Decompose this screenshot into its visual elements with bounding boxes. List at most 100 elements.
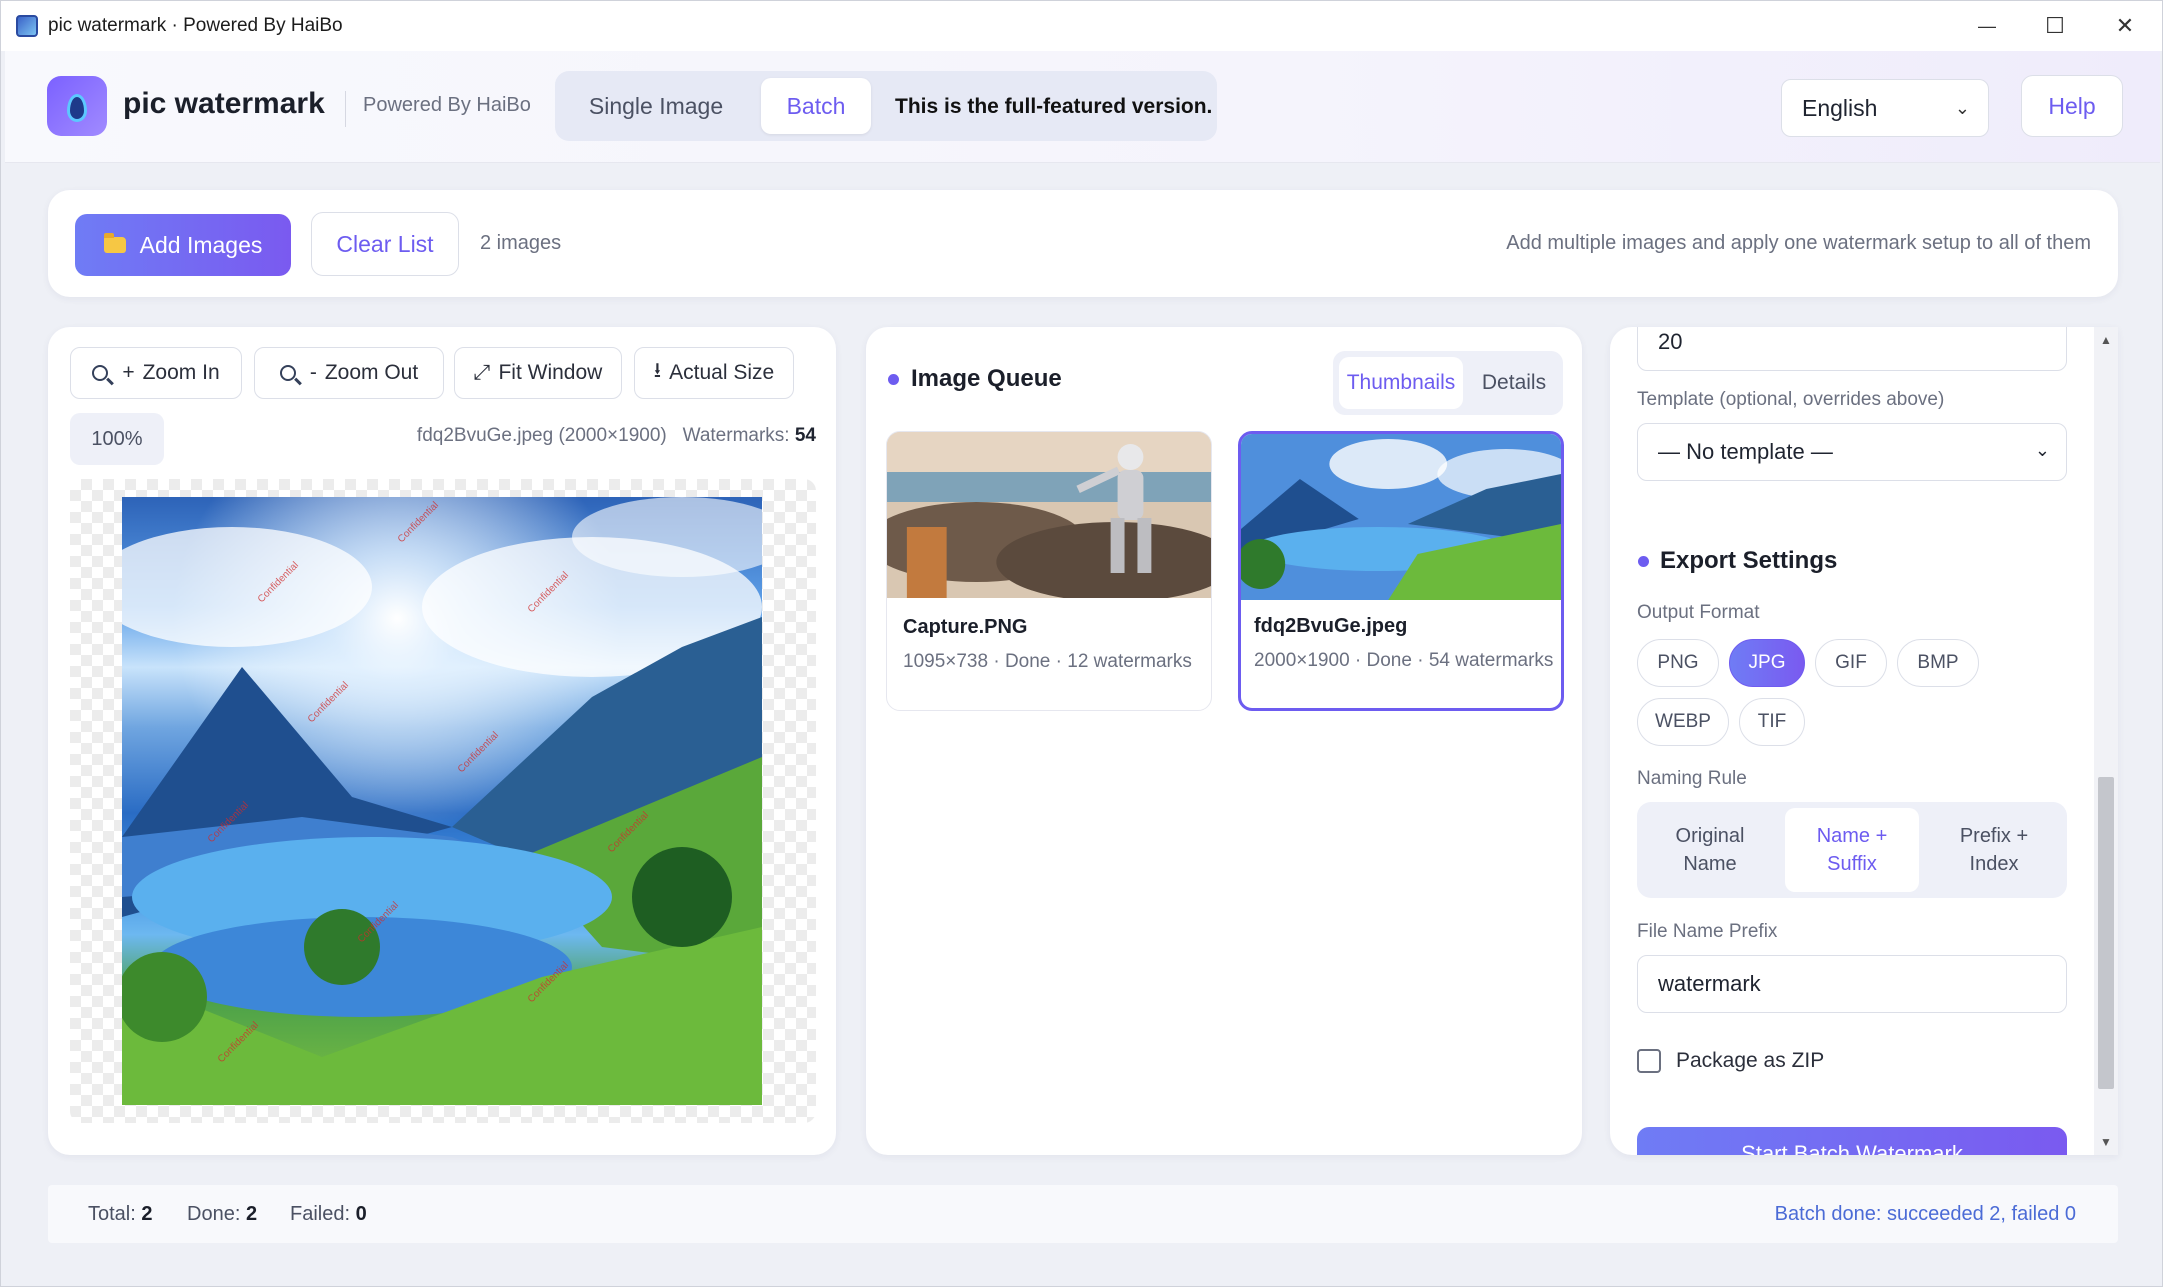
preview-image: Confidential Confidential Confidential C… (122, 497, 762, 1105)
powered-by: Powered By HaiBo (363, 94, 531, 116)
language-value: English (1802, 94, 1878, 121)
status-bar: Total: 2 Done: 2 Failed: 0 Batch done: s… (48, 1185, 2118, 1243)
watermarks-count: 54 (794, 425, 816, 446)
title-bar: pic watermark · Powered By HaiBo — ☐ ✕ (1, 1, 2162, 51)
tab-details[interactable]: Details (1471, 357, 1557, 409)
output-format-label: Output Format (1637, 602, 1760, 623)
fit-window-button[interactable]: ⤢ Fit Window (454, 347, 622, 399)
partial-number-input[interactable]: 20 (1637, 327, 2067, 371)
language-select[interactable]: English ⌄ (1781, 79, 1989, 137)
zoom-out-button[interactable]: - Zoom Out (254, 347, 444, 399)
failed-label: Failed: (290, 1203, 351, 1225)
template-label: Template (optional, overrides above) (1637, 389, 1945, 410)
file-prefix-input[interactable]: watermark (1637, 955, 2067, 1013)
queue-item-info: 2000×1900 · Done · 54 watermarks (1254, 650, 1554, 671)
format-tif[interactable]: TIF (1739, 698, 1805, 746)
scroll-up-icon[interactable]: ▲ (2098, 333, 2114, 349)
queue-item-info: 1095×738 · Done · 12 watermarks (903, 651, 1192, 672)
maximize-button[interactable]: ☐ (2019, 1, 2091, 51)
chevron-down-icon: ⌄ (2034, 440, 2050, 460)
format-gif[interactable]: GIF (1815, 639, 1887, 687)
export-settings-title: Export Settings (1660, 547, 1838, 574)
format-png[interactable]: PNG (1637, 639, 1719, 687)
start-batch-button[interactable]: Start Batch Watermark (1637, 1127, 2067, 1155)
drop-icon (67, 94, 87, 122)
zoom-in-icon (92, 365, 109, 381)
queue-item-name: Capture.PNG (903, 616, 1028, 638)
chevron-down-icon: ⌄ (1954, 98, 1970, 118)
queue-item-name: fdq2BvuGe.jpeg (1254, 615, 1408, 637)
zip-checkbox[interactable] (1637, 1049, 1661, 1073)
failed-stat: Failed: 0 (290, 1203, 367, 1226)
settings-scrollbar[interactable]: ▲ ▼ (2094, 327, 2118, 1155)
divider (345, 91, 346, 127)
file-meta: fdq2BvuGe.jpeg (2000×1900) Watermarks: 5… (417, 425, 816, 447)
clear-list-button[interactable]: Clear List (311, 212, 459, 276)
zoom-in-label: Zoom In (142, 361, 220, 384)
landscape-illustration (122, 497, 762, 1105)
zoom-in-button[interactable]: + Zoom In (70, 347, 242, 399)
actual-size-label: Actual Size (669, 361, 775, 384)
scroll-thumb[interactable] (2098, 777, 2114, 1089)
total-value: 2 (141, 1203, 153, 1225)
batch-status-message: Batch done: succeeded 2, failed 0 (1774, 1203, 2076, 1225)
expand-icon: ⤢ (473, 361, 491, 384)
zoom-out-label: Zoom Out (324, 361, 419, 384)
app-icon (16, 15, 38, 37)
add-images-label: Add Images (139, 231, 263, 258)
section-dot (1638, 556, 1649, 567)
naming-prefix-index[interactable]: Prefix + Index (1927, 808, 2061, 892)
window-title: pic watermark · Powered By HaiBo (48, 15, 343, 36)
folder-icon (103, 233, 126, 253)
file-info: fdq2BvuGe.jpeg (2000×1900) (416, 425, 667, 446)
format-bmp[interactable]: BMP (1897, 639, 1979, 687)
naming-rule-label: Naming Rule (1637, 768, 1747, 789)
naming-rule-switch: Original Name Name + Suffix Prefix + Ind… (1637, 802, 2067, 898)
naming-name-suffix[interactable]: Name + Suffix (1785, 808, 1919, 892)
thumbnail-landscape (1241, 434, 1561, 600)
add-images-button[interactable]: Add Images (75, 214, 291, 276)
download-arrow-icon: ⭳ (653, 358, 662, 382)
preview-panel: + Zoom In - Zoom Out ⤢ Fit Window ⭳ Actu… (48, 327, 836, 1155)
template-select[interactable]: — No template — ⌄ (1637, 423, 2067, 481)
naming-original[interactable]: Original Name (1643, 808, 1777, 892)
tab-single-image[interactable]: Single Image (571, 78, 741, 134)
queue-item[interactable]: Capture.PNG 1095×738 · Done · 12 waterma… (886, 431, 1212, 711)
tab-batch[interactable]: Batch (761, 78, 871, 134)
section-dot (888, 374, 899, 385)
done-value: 2 (245, 1203, 258, 1225)
queue-view-tabs: Thumbnails Details (1333, 351, 1563, 415)
settings-panel: 20 Template (optional, overrides above) … (1610, 327, 2118, 1155)
brand-name: pic watermark (123, 87, 325, 120)
done-label: Done: (187, 1203, 241, 1225)
app-header: pic watermark Powered By HaiBo Single Im… (5, 51, 2160, 163)
tab-thumbnails[interactable]: Thumbnails (1339, 357, 1463, 409)
file-prefix-label: File Name Prefix (1637, 921, 1778, 942)
format-webp[interactable]: WEBP (1637, 698, 1729, 746)
zip-label: Package as ZIP (1676, 1049, 1825, 1072)
failed-value: 0 (355, 1203, 367, 1225)
format-jpg[interactable]: JPG (1729, 639, 1805, 687)
minimize-icon: — (1978, 15, 1996, 36)
preview-canvas[interactable]: Confidential Confidential Confidential C… (70, 479, 816, 1123)
logo (47, 76, 107, 136)
image-count: 2 images (480, 232, 562, 254)
close-icon: ✕ (2115, 13, 2135, 38)
queue-item-selected[interactable]: fdq2BvuGe.jpeg 2000×1900 · Done · 54 wat… (1238, 431, 1564, 711)
app-window: pic watermark · Powered By HaiBo — ☐ ✕ p… (0, 0, 2163, 1287)
done-stat: Done: 2 (187, 1203, 257, 1226)
template-value: — No template — (1658, 439, 1833, 464)
actual-size-button[interactable]: ⭳ Actual Size (634, 347, 794, 399)
watermarks-label: Watermarks: (682, 425, 790, 446)
help-button[interactable]: Help (2021, 75, 2123, 137)
scroll-down-icon[interactable]: ▼ (2098, 1135, 2114, 1151)
zoom-level: 100% (70, 413, 164, 465)
version-note: This is the full-featured version. (895, 95, 1213, 118)
zoom-out-icon (279, 365, 296, 381)
minimize-button[interactable]: — (1951, 1, 2023, 51)
batch-toolbar: Add Images Clear List 2 images Add multi… (48, 190, 2118, 297)
total-stat: Total: 2 (88, 1203, 153, 1226)
queue-title: Image Queue (911, 365, 1062, 392)
close-button[interactable]: ✕ (2089, 1, 2161, 51)
total-label: Total: (88, 1203, 136, 1225)
